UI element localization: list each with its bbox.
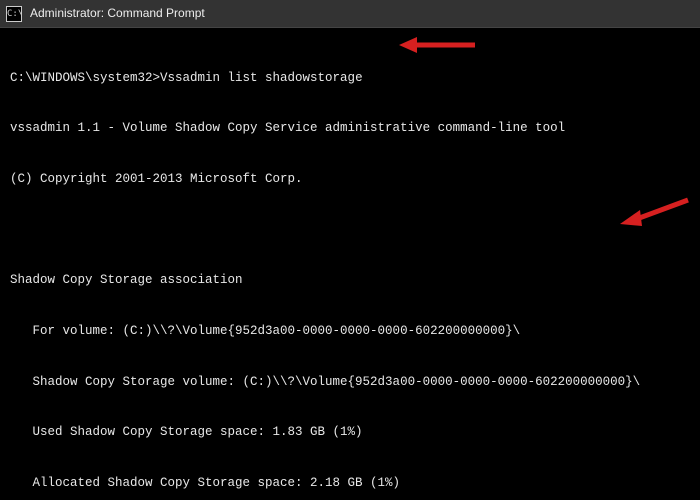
copyright-line: (C) Copyright 2001-2013 Microsoft Corp. bbox=[10, 171, 690, 188]
storage-volume-line: Shadow Copy Storage volume: (C:)\\?\Volu… bbox=[10, 374, 690, 391]
cmd-icon: C:\ bbox=[6, 6, 22, 22]
command-1-text: Vssadmin list shadowstorage bbox=[160, 71, 363, 85]
prompt-line-1: C:\WINDOWS\system32>Vssadmin list shadow… bbox=[10, 70, 690, 87]
allocated-space-line: Allocated Shadow Copy Storage space: 2.1… bbox=[10, 475, 690, 492]
command-prompt-window: C:\ Administrator: Command Prompt C:\WIN… bbox=[0, 0, 700, 500]
blank-line bbox=[10, 222, 690, 239]
terminal-output[interactable]: C:\WINDOWS\system32>Vssadmin list shadow… bbox=[0, 28, 700, 500]
assoc-header-line: Shadow Copy Storage association bbox=[10, 272, 690, 289]
window-title: Administrator: Command Prompt bbox=[30, 5, 205, 21]
for-volume-line: For volume: (C:)\\?\Volume{952d3a00-0000… bbox=[10, 323, 690, 340]
used-space-line: Used Shadow Copy Storage space: 1.83 GB … bbox=[10, 424, 690, 441]
vssadmin-header-line: vssadmin 1.1 - Volume Shadow Copy Servic… bbox=[10, 120, 690, 137]
titlebar[interactable]: C:\ Administrator: Command Prompt bbox=[0, 0, 700, 28]
prompt: C:\WINDOWS\system32> bbox=[10, 71, 160, 85]
